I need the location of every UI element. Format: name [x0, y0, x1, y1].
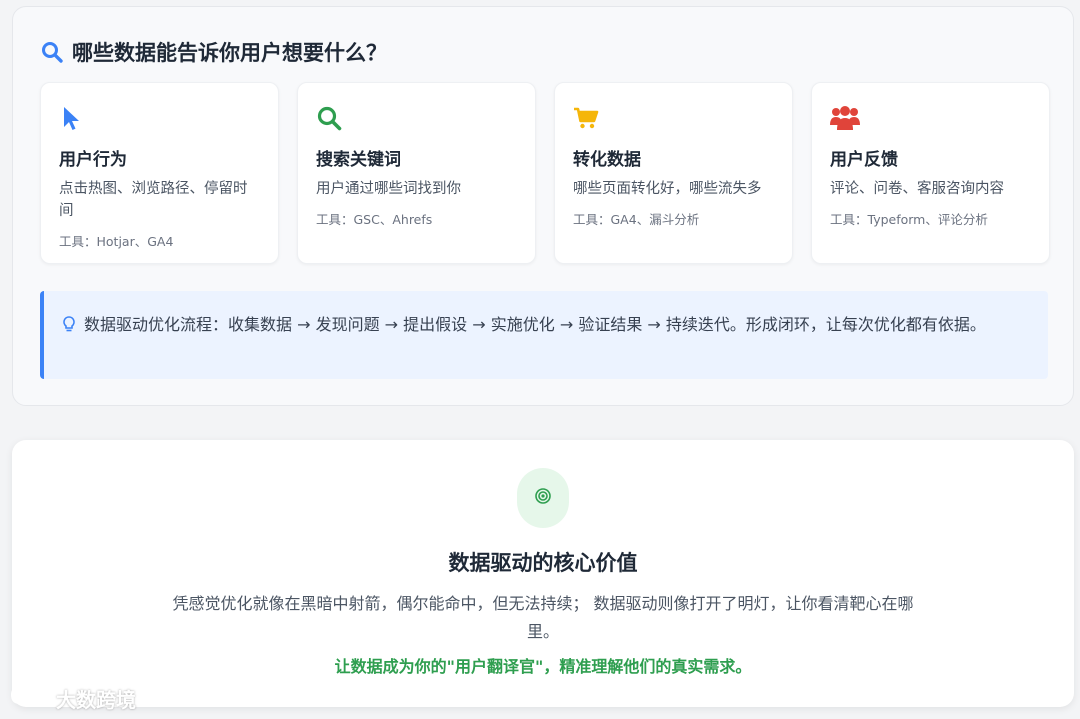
card-tools: 工具：Hotjar、GA4: [59, 233, 174, 249]
watermark: 大数跨境: [10, 684, 136, 713]
process-tip-text: 数据驱动优化流程：收集数据 → 发现问题 → 提出假设 → 实施优化 → 验证结…: [84, 315, 986, 334]
card-title: 用户反馈: [830, 150, 898, 170]
watermark-text: 大数跨境: [56, 688, 136, 712]
search-icon: [316, 105, 342, 131]
card-conversion-data: 转化数据 哪些页面转化好，哪些流失多 工具：GA4、漏斗分析: [554, 82, 793, 264]
core-value-text: 凭感觉优化就像在黑暗中射箭，偶尔能命中，但无法持续； 数据驱动则像打开了明灯，让…: [172, 594, 914, 641]
card-user-behavior: 用户行为 点击热图、浏览路径、停留时间 工具：Hotjar、GA4: [40, 82, 279, 264]
core-value-title: 数据驱动的核心价值: [448, 551, 638, 575]
data-source-cards: 用户行为 点击热图、浏览路径、停留时间 工具：Hotjar、GA4 搜索关键词 …: [40, 82, 1050, 264]
card-description: 用户通过哪些词找到你: [316, 181, 461, 197]
section-title-text: 哪些数据能告诉你用户想要什么？: [72, 41, 387, 65]
card-title: 转化数据: [573, 150, 641, 170]
users-icon: [830, 105, 860, 131]
cursor-pointer-icon: [59, 105, 85, 131]
data-sources-panel: 哪些数据能告诉你用户想要什么？ 用户行为 点击热图、浏览路径、停留时间 工具：H…: [12, 6, 1074, 406]
card-description: 评论、问卷、客服咨询内容: [830, 181, 1004, 197]
card-search-keywords: 搜索关键词 用户通过哪些词找到你 工具：GSC、Ahrefs: [297, 82, 536, 264]
shopping-cart-icon: [573, 105, 599, 131]
watermark-logo-icon: [10, 685, 50, 712]
card-description: 点击热图、浏览路径、停留时间: [59, 181, 248, 219]
card-description: 哪些页面转化好，哪些流失多: [573, 181, 762, 197]
target-icon: [535, 488, 551, 508]
card-title: 搜索关键词: [316, 150, 401, 170]
card-title: 用户行为: [59, 150, 127, 170]
search-icon: [40, 40, 64, 64]
card-tools: 工具：GA4、漏斗分析: [573, 211, 700, 227]
section-title: 哪些数据能告诉你用户想要什么？: [40, 37, 387, 67]
lightbulb-icon: [62, 313, 76, 332]
core-value-panel: 数据驱动的核心价值 凭感觉优化就像在黑暗中射箭，偶尔能命中，但无法持续； 数据驱…: [12, 440, 1074, 707]
card-user-feedback: 用户反馈 评论、问卷、客服咨询内容 工具：Typeform、评论分析: [811, 82, 1050, 264]
card-tools: 工具：Typeform、评论分析: [830, 211, 988, 227]
process-tip: 数据驱动优化流程：收集数据 → 发现问题 → 提出假设 → 实施优化 → 验证结…: [40, 291, 1048, 379]
core-value-highlight: 让数据成为你的"用户翻译官"，精准理解他们的真实需求。: [334, 657, 752, 676]
target-icon-badge: [517, 468, 569, 528]
card-tools: 工具：GSC、Ahrefs: [316, 211, 433, 227]
